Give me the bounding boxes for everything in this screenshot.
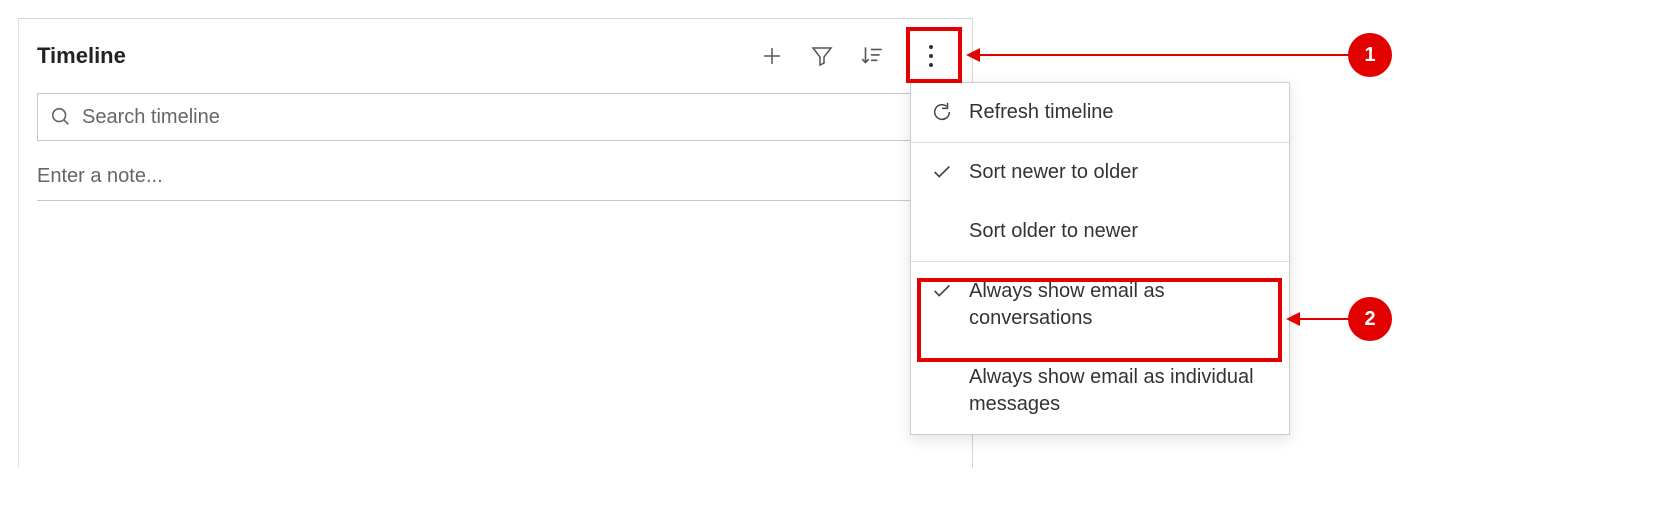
annotation-arrow-head-1 [966,48,980,62]
menu-label: Refresh timeline [969,99,1114,126]
annotation-arrow-line-1 [980,54,1350,56]
menu-label: Always show email as individual messages [969,364,1271,418]
blank-icon [929,218,955,244]
more-commands-button[interactable] [908,33,954,79]
annotation-number: 1 [1364,44,1375,67]
annotation-arrow-head-2 [1286,312,1300,326]
timeline-title: Timeline [37,43,126,69]
sort-button[interactable] [858,42,886,70]
menu-item-email-individual[interactable]: Always show email as individual messages [911,348,1289,434]
blank-icon [929,364,955,390]
menu-item-sort-older[interactable]: Sort older to newer [911,202,1289,261]
menu-label: Always show email as conversations [969,278,1271,332]
annotation-arrow-line-2 [1300,318,1350,320]
menu-section-refresh: Refresh timeline [911,83,1289,143]
more-commands-menu: Refresh timeline Sort newer to older Sor… [910,82,1290,435]
plus-icon [760,44,784,68]
more-vertical-icon [921,42,941,70]
menu-section-email: Always show email as conversations Alway… [911,262,1289,434]
menu-item-refresh[interactable]: Refresh timeline [911,83,1289,142]
annotation-number: 2 [1364,308,1375,331]
menu-section-sort: Sort newer to older Sort older to newer [911,143,1289,262]
search-icon [50,106,72,128]
filter-icon [810,44,834,68]
checkmark-icon [929,278,955,304]
timeline-toolbar [758,33,954,79]
checkmark-icon [929,159,955,185]
annotation-callout-1: 1 [1348,33,1392,77]
search-box[interactable] [37,93,954,141]
add-button[interactable] [758,42,786,70]
menu-label: Sort older to newer [969,218,1138,245]
timeline-header: Timeline [19,19,972,89]
filter-button[interactable] [808,42,836,70]
menu-label: Sort newer to older [969,159,1138,186]
note-input[interactable] [37,159,954,201]
refresh-icon [929,99,955,125]
menu-item-sort-newer[interactable]: Sort newer to older [911,143,1289,202]
timeline-panel: Timeline [18,18,973,468]
annotation-callout-2: 2 [1348,297,1392,341]
menu-item-email-conversations[interactable]: Always show email as conversations [911,262,1289,348]
sort-icon [859,43,885,69]
search-input[interactable] [82,106,941,129]
